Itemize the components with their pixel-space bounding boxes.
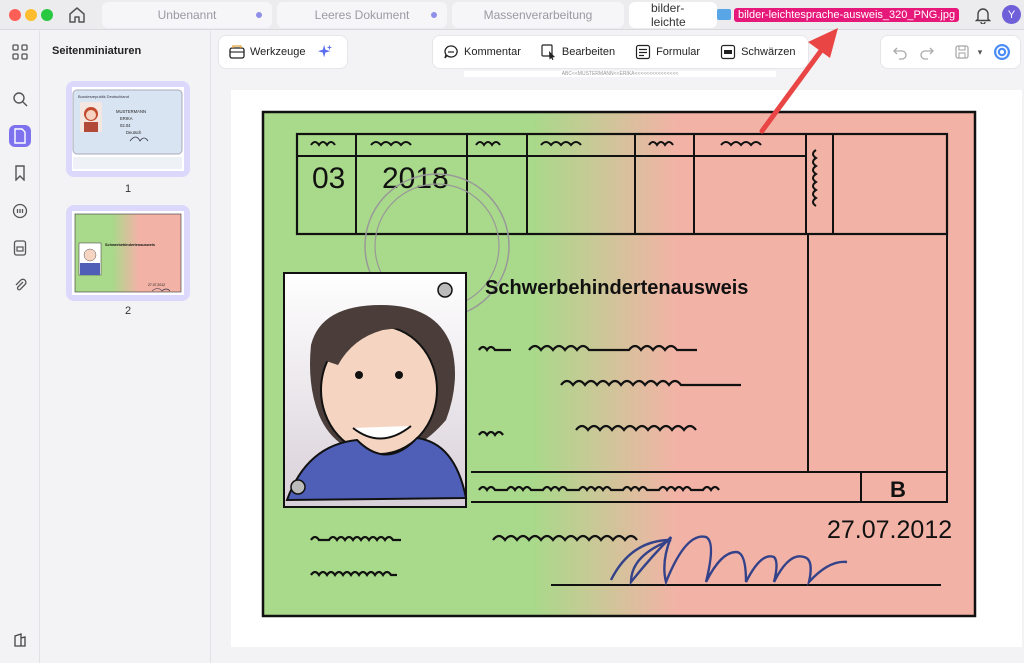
tab-label: Massenverarbeitung [483,8,593,22]
chevron-down-icon[interactable]: ▾ [971,43,989,61]
card-month: 03 [312,162,345,195]
formular-button[interactable]: Formular [625,36,710,68]
tab-leeres-dokument[interactable]: Leeres Dokument [277,2,447,28]
kommentar-label: Kommentar [464,46,521,58]
unsaved-dot-icon [431,12,437,18]
file-name-badge: bilder-leichtesprache-ausweis_320_PNG.jp… [717,6,960,23]
history-group: ▾ [881,36,1020,68]
assistant-icon[interactable] [993,43,1011,61]
thumbnail-preview: Schwerbehindertenausweis 27.07.2012 [72,211,184,295]
attachment-icon[interactable] [9,274,31,296]
page-top-strip: ABC<<MUSTERMANN<<ERIKA<<<<<<<<<<<<<<< [464,71,776,77]
thumbnail-panel: Seitenminiaturen Bundesrepublik Deutschl… [41,31,211,663]
tab-unbenannt[interactable]: Unbenannt [102,2,272,28]
close-window-button[interactable] [9,9,21,21]
tab-bilder-leichtesprache[interactable]: bilder-leichte [629,2,717,28]
thumb1-country: Bundesrepublik Deutschland [78,94,129,99]
zoom-window-button[interactable] [41,9,53,21]
minimize-window-button[interactable] [25,9,37,21]
bearbeiten-label: Bearbeiten [561,46,616,58]
page-thumbnail-2[interactable]: Schwerbehindertenausweis 27.07.2012 [66,205,190,301]
id-card-illustration: 03 2018 Schwerbehindertenausweis 27.07.2… [261,110,977,618]
search-icon[interactable] [9,88,31,110]
redo-icon[interactable] [918,43,936,61]
redact-icon [720,44,736,60]
schwaerzen-button[interactable]: Schwärzen [710,36,805,68]
thumb2-date: 27.07.2012 [148,283,165,287]
document-page: 03 2018 Schwerbehindertenausweis 27.07.2… [231,90,1022,647]
mode-group: Kommentar Bearbeiten Formular Schwärzen [433,36,808,68]
toolbox-icon [229,44,245,60]
save-icon[interactable] [953,43,971,61]
schwaerzen-label: Schwärzen [741,46,796,58]
grid-view-icon[interactable] [9,41,31,63]
thumb1-name2: ERIKA [120,116,133,121]
page-thumbnail-1[interactable]: Bundesrepublik Deutschland MUSTERMANN ER… [66,81,190,177]
thumb2-title: Schwerbehindertenausweis [105,243,155,247]
user-avatar[interactable]: Y [1002,5,1021,24]
card-mark: B [890,477,906,502]
unsaved-dot-icon [256,12,262,18]
thumb1-date: 02.04 [120,123,131,128]
folder-icon [717,9,731,20]
kommentar-button[interactable]: Kommentar [433,36,531,68]
comment-icon [443,44,459,60]
document-canvas[interactable]: ABC<<MUSTERMANN<<ERIKA<<<<<<<<<<<<<<< 03… [212,71,1024,663]
home-icon[interactable] [66,4,88,26]
werkzeuge-label: Werkzeuge [250,46,306,58]
tools-group: Werkzeuge [219,36,347,68]
tab-label: Unbenannt [157,8,217,22]
thumb1-name1: MUSTERMANN [116,109,146,114]
page-number-2: 2 [124,305,132,317]
comment-list-icon[interactable] [9,200,31,222]
panel-title: Seitenminiaturen [52,45,142,57]
ai-sparkle-icon[interactable] [317,44,333,60]
file-name-label: bilder-leichtesprache-ausweis_320_PNG.jp… [734,7,960,22]
form-icon [635,44,651,60]
page-thumbnails-icon[interactable] [9,125,31,147]
card-title: Schwerbehindertenausweis [485,277,748,299]
tab-label: Leeres Dokument [314,8,410,22]
thumb1-nationality: Deutsch [126,130,142,135]
tab-massenverarbeitung[interactable]: Massenverarbeitung [452,2,624,28]
werkzeuge-button[interactable]: Werkzeuge [219,36,315,68]
left-icon-bar [0,31,40,663]
form-field-icon[interactable] [9,237,31,259]
page-number-1: 1 [124,183,132,195]
title-bar: Unbenannt Leeres Dokument Massenverarbei… [0,0,1024,30]
bell-icon[interactable] [974,6,992,25]
edit-cursor-icon [541,44,557,60]
bearbeiten-button[interactable]: Bearbeiten [531,36,625,68]
main-toolbar: Werkzeuge Kommentar Bearbeiten Formular [212,31,1024,73]
thumbnail-preview: Bundesrepublik Deutschland MUSTERMANN ER… [72,87,184,171]
formular-label: Formular [656,46,701,58]
bookmark-icon[interactable] [9,162,31,184]
card-date: 27.07.2012 [827,516,952,544]
undo-icon[interactable] [891,43,909,61]
tab-label: bilder-leichte [651,2,686,28]
theme-toggle-icon[interactable] [9,629,31,651]
